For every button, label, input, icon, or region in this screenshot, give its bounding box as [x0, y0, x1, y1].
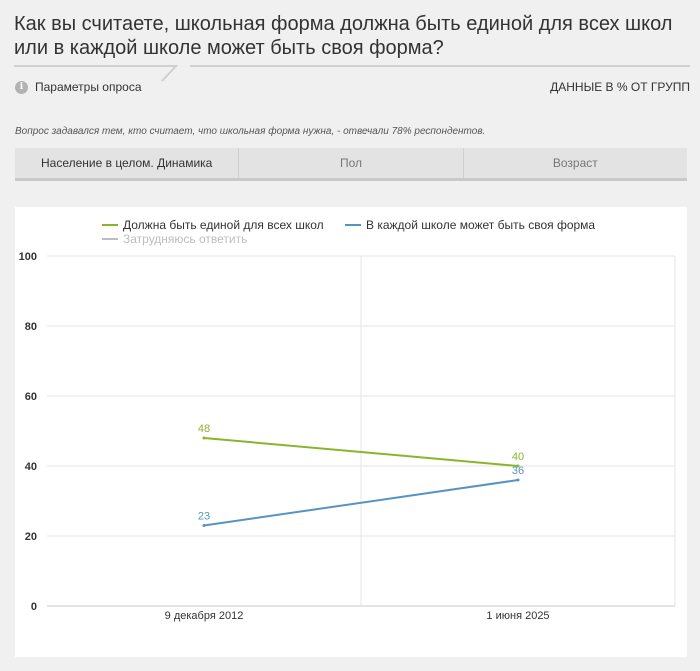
chart-panel: 0 20 40 60 80 100 9 декабря 2012 1 июня 2025 48 4…	[15, 207, 687, 657]
data-label-0-0: 48	[198, 423, 210, 435]
y-tick-label-20: 20	[25, 531, 37, 543]
legend-item-0: Должна быть единой для всех школ	[123, 218, 324, 232]
tab-population-dynamics[interactable]: Население в целом. Динамика	[15, 148, 238, 178]
header-divider	[14, 65, 690, 82]
data-point-0-0	[202, 436, 206, 440]
question-note: Вопрос задавался тем, кто считает, что ш…	[15, 126, 486, 137]
x-tick-label-0: 9 декабря 2012	[165, 610, 244, 622]
units-label: ДАННЫЕ В % ОТ ГРУПП	[550, 80, 690, 94]
legend-item-1: В каждой школе может быть своя форма	[366, 218, 595, 232]
data-label-1-1: 36	[512, 465, 524, 477]
data-label-1-0: 23	[198, 511, 210, 523]
y-tick-label-0: 0	[31, 601, 37, 613]
info-icon: i	[15, 80, 28, 94]
tab-gender[interactable]: Пол	[238, 148, 462, 178]
data-point-1-1	[516, 478, 520, 482]
tab-bar: Население в целом. Динамика Пол Возраст	[15, 148, 687, 181]
data-point-1-0	[202, 524, 206, 527]
tab-age[interactable]: Возраст	[462, 148, 687, 178]
y-tick-label-100: 100	[19, 251, 37, 263]
data-label-0-1: 40	[512, 451, 524, 463]
question-title: Как вы считаете, школьная форма должна б…	[14, 13, 673, 59]
y-tick-label-60: 60	[25, 391, 37, 403]
survey-params-label: Параметры опроса	[35, 80, 142, 94]
x-tick-label-1: 1 июня 2025	[486, 610, 549, 622]
legend-item-2: Затрудняюсь ответить	[123, 232, 247, 246]
line-chart: 0 20 40 60 80 100 9 декабря 2012 1 июня 2025 48 4…	[19, 218, 676, 622]
y-tick-label-80: 80	[25, 321, 37, 333]
y-tick-label-40: 40	[25, 461, 37, 473]
survey-params-toggle[interactable]: i Параметры опроса	[15, 80, 142, 94]
